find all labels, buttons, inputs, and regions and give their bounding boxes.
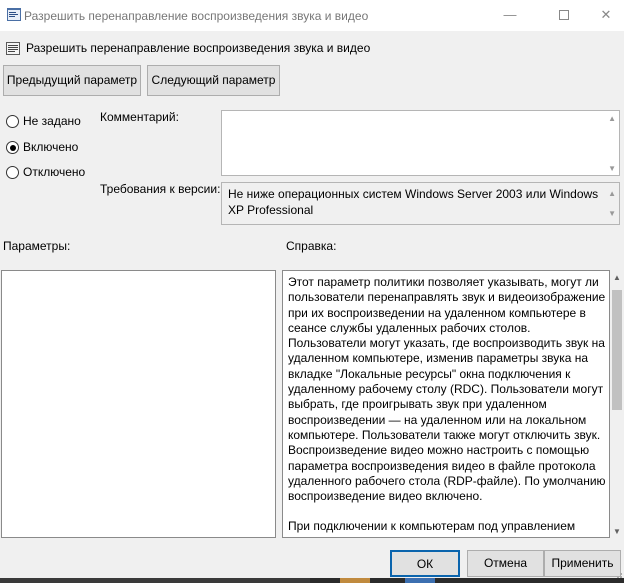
policy-name: Разрешить перенаправление воспроизведени… [26, 41, 371, 55]
radio-label: Включено [23, 140, 79, 154]
close-button[interactable]: ✕ [583, 0, 624, 31]
comment-textarea[interactable]: ▲ ▼ [221, 110, 620, 176]
version-requirements-field: Не ниже операционных систем Windows Serv… [221, 182, 620, 225]
next-setting-button[interactable]: Следующий параметр [147, 65, 280, 96]
help-label: Справка: [286, 239, 337, 253]
cancel-button[interactable]: Отмена [467, 550, 544, 577]
scroll-down-icon[interactable]: ▼ [608, 164, 616, 173]
policy-icon [6, 42, 20, 55]
radio-circle [6, 115, 19, 128]
taskbar-strip [0, 578, 624, 583]
help-paragraph: Пользователи могут указать, где воспроиз… [288, 336, 606, 504]
maximize-button[interactable] [541, 0, 587, 31]
previous-setting-button[interactable]: Предыдущий параметр [3, 65, 141, 96]
title-bar: Разрешить перенаправление воспроизведени… [0, 0, 624, 31]
version-value: Не ниже операционных систем Windows Serv… [228, 187, 599, 217]
radio-circle-checked [6, 141, 19, 154]
help-paragraph: При подключении к компьютерам под управл… [288, 519, 576, 537]
ok-button[interactable]: ОК [390, 550, 460, 577]
scroll-down-icon[interactable]: ▼ [613, 527, 621, 536]
comment-label: Комментарий: [100, 110, 179, 124]
help-paragraph: Этот параметр политики позволяет указыва… [288, 275, 606, 335]
radio-circle [6, 166, 19, 179]
help-scrollbar[interactable]: ▲ ▼ [610, 270, 624, 538]
scroll-up-icon[interactable]: ▲ [613, 273, 621, 282]
radio-label: Отключено [23, 165, 86, 179]
params-panel [1, 270, 276, 538]
apply-button[interactable]: Применить [544, 550, 621, 577]
scroll-down-icon[interactable]: ▼ [608, 206, 616, 222]
scroll-up-icon[interactable]: ▲ [608, 114, 616, 123]
params-label: Параметры: [3, 239, 71, 253]
window-title: Разрешить перенаправление воспроизведени… [24, 9, 369, 23]
maximize-icon [559, 10, 569, 20]
version-label: Требования к версии: [100, 182, 221, 196]
scroll-up-icon[interactable]: ▲ [608, 186, 616, 202]
policy-app-icon [7, 8, 21, 21]
minimize-button[interactable]: — [487, 0, 533, 31]
scrollbar-thumb[interactable] [612, 290, 622, 410]
help-text: Этот параметр политики позволяет указыва… [288, 275, 606, 537]
help-panel: Этот параметр политики позволяет указыва… [282, 270, 610, 538]
radio-label: Не задано [23, 114, 81, 128]
